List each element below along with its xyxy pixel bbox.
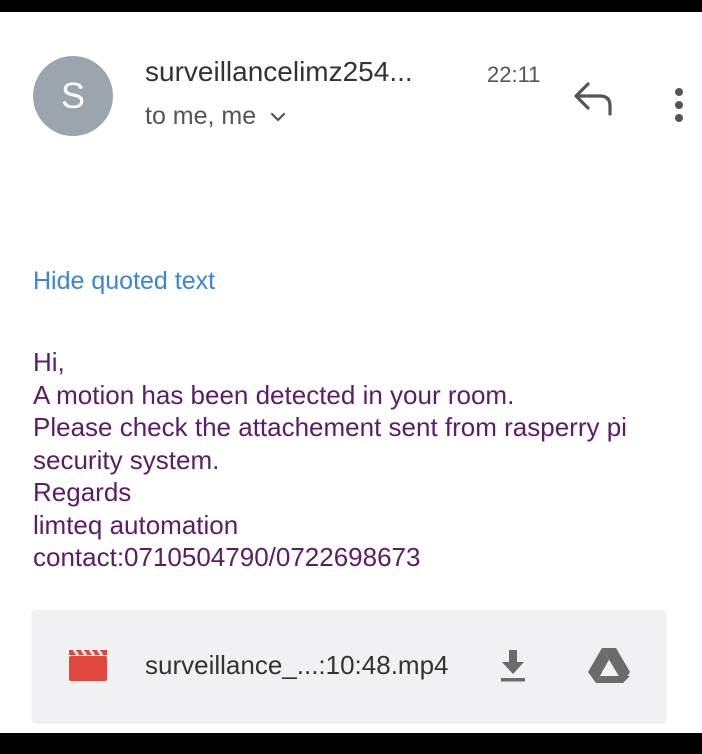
hide-quoted-text-link[interactable]: Hide quoted text: [33, 267, 215, 296]
more-vert-icon: [675, 88, 683, 122]
video-file-icon: [69, 649, 107, 681]
attachment-card[interactable]: surveillance_...:10:48.mp4: [32, 610, 666, 722]
recipients-label: to me, me: [145, 102, 257, 130]
message-body: Hi, A motion has been detected in your r…: [33, 346, 683, 574]
body-line: Hi,: [33, 347, 65, 377]
bottom-frame: [0, 733, 702, 754]
body-line: Regards: [33, 477, 132, 507]
sender-avatar[interactable]: S: [33, 56, 113, 136]
body-line: security system.: [33, 444, 220, 475]
more-options-button[interactable]: [660, 74, 698, 124]
body-line: A motion has been detected in your room.: [33, 379, 515, 410]
save-to-drive-button[interactable]: [587, 646, 631, 684]
attachment-filename: surveillance_...:10:48.mp4: [145, 650, 449, 680]
google-drive-icon: [588, 648, 630, 683]
message-time: 22:11: [487, 62, 541, 87]
body-line: contact:0710504790/0722698673: [33, 542, 421, 572]
download-button[interactable]: [498, 646, 528, 684]
sender-name[interactable]: surveillancelimz254...: [145, 56, 413, 88]
chevron-down-icon: [271, 112, 286, 121]
reply-button[interactable]: [570, 74, 618, 118]
body-line: limteq automation: [33, 509, 239, 540]
reply-icon: [574, 82, 612, 116]
email-view: S surveillancelimz254... 22:11 to me, me…: [0, 12, 702, 733]
avatar-letter: S: [60, 75, 85, 116]
download-icon: [501, 650, 525, 682]
body-line: Please check the attachement sent from r…: [33, 412, 627, 442]
recipients-toggle[interactable]: to me, me: [145, 102, 286, 131]
